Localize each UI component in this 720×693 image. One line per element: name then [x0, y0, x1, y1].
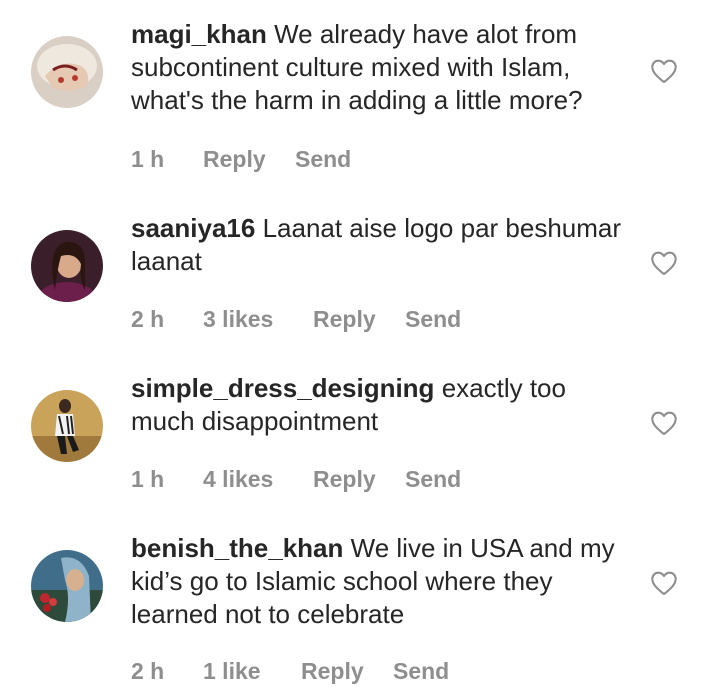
- heart-outline-icon[interactable]: [650, 570, 678, 596]
- comment-text: magi_khan We already have alot from subc…: [131, 18, 631, 117]
- heart-outline-icon[interactable]: [650, 58, 678, 84]
- reply-button[interactable]: Reply: [301, 658, 393, 685]
- comment-meta: 2 h 3 likes Reply Send: [131, 306, 461, 333]
- comment-time: 2 h: [131, 658, 165, 684]
- avatar[interactable]: [31, 550, 103, 622]
- comment-username[interactable]: benish_the_khan: [131, 533, 343, 563]
- comment-username[interactable]: magi_khan: [131, 19, 267, 49]
- comment-text: simple_dress_designing exactly too much …: [131, 372, 631, 438]
- send-button[interactable]: Send: [405, 306, 461, 333]
- comment-username[interactable]: saaniya16: [131, 213, 255, 243]
- comment-likes[interactable]: 1 like: [203, 658, 301, 685]
- reply-button[interactable]: Reply: [203, 146, 295, 173]
- comment-text: benish_the_khan We live in USA and my ki…: [131, 532, 631, 631]
- avatar[interactable]: [31, 390, 103, 462]
- reply-button[interactable]: Reply: [313, 306, 405, 333]
- send-button[interactable]: Send: [393, 658, 449, 685]
- comment-time: 1 h: [131, 466, 165, 492]
- send-button[interactable]: Send: [295, 146, 351, 173]
- comment-likes[interactable]: 3 likes: [203, 306, 313, 333]
- comment-meta: 1 h 4 likes Reply Send: [131, 466, 461, 493]
- comments-list: magi_khan We already have alot from subc…: [0, 0, 720, 693]
- comment-meta: 1 h Reply Send: [131, 146, 351, 173]
- comment-username[interactable]: simple_dress_designing: [131, 373, 434, 403]
- comment-likes[interactable]: 4 likes: [203, 466, 313, 493]
- heart-outline-icon[interactable]: [650, 250, 678, 276]
- avatar[interactable]: [31, 230, 103, 302]
- comment-meta: 2 h 1 like Reply Send: [131, 658, 449, 685]
- avatar[interactable]: [31, 36, 103, 108]
- comment-time: 1 h: [131, 146, 165, 172]
- send-button[interactable]: Send: [405, 466, 461, 493]
- heart-outline-icon[interactable]: [650, 410, 678, 436]
- comment-time: 2 h: [131, 306, 165, 332]
- comment-text: saaniya16 Laanat aise logo par beshumar …: [131, 212, 631, 278]
- reply-button[interactable]: Reply: [313, 466, 405, 493]
